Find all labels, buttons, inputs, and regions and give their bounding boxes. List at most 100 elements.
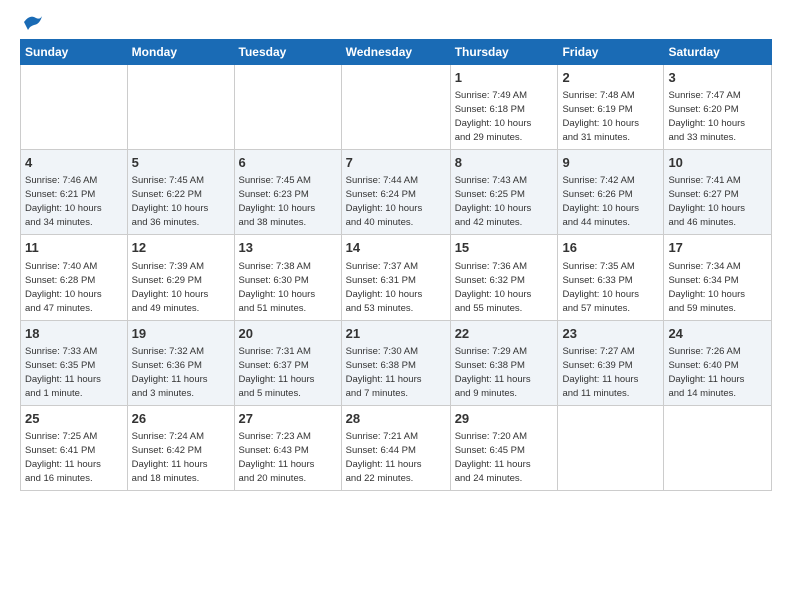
day-info: Sunrise: 7:30 AM Sunset: 6:38 PM Dayligh…: [346, 346, 422, 399]
day-info: Sunrise: 7:20 AM Sunset: 6:45 PM Dayligh…: [455, 431, 531, 484]
calendar-header-row: SundayMondayTuesdayWednesdayThursdayFrid…: [21, 40, 772, 65]
day-info: Sunrise: 7:36 AM Sunset: 6:32 PM Dayligh…: [455, 261, 532, 314]
calendar-cell: 9 Sunrise: 7:42 AM Sunset: 6:26 PM Daylig…: [558, 150, 664, 235]
logo-bird-icon: [22, 12, 44, 37]
calendar-cell: 8 Sunrise: 7:43 AM Sunset: 6:25 PM Daylig…: [450, 150, 558, 235]
day-number: 1: [455, 69, 554, 87]
day-info: Sunrise: 7:42 AM Sunset: 6:26 PM Dayligh…: [562, 175, 639, 228]
calendar-cell: 10 Sunrise: 7:41 AM Sunset: 6:27 PM Dayli…: [664, 150, 772, 235]
calendar-cell: 19 Sunrise: 7:32 AM Sunset: 6:36 PM Dayli…: [127, 320, 234, 405]
day-number: 10: [668, 154, 767, 172]
day-number: 12: [132, 239, 230, 257]
calendar-cell: 29 Sunrise: 7:20 AM Sunset: 6:45 PM Dayli…: [450, 405, 558, 490]
calendar-cell: 3 Sunrise: 7:47 AM Sunset: 6:20 PM Daylig…: [664, 65, 772, 150]
day-number: 23: [562, 325, 659, 343]
day-info: Sunrise: 7:46 AM Sunset: 6:21 PM Dayligh…: [25, 175, 102, 228]
day-info: Sunrise: 7:31 AM Sunset: 6:37 PM Dayligh…: [239, 346, 315, 399]
calendar-cell: [21, 65, 128, 150]
calendar-cell: 16Sunrise: 7:35 AM Sunset: 6:33 PM Dayli…: [558, 235, 664, 320]
day-number: 5: [132, 154, 230, 172]
calendar-cell: 13Sunrise: 7:38 AM Sunset: 6:30 PM Dayli…: [234, 235, 341, 320]
day-info: Sunrise: 7:34 AM Sunset: 6:34 PM Dayligh…: [668, 261, 745, 314]
day-info: Sunrise: 7:39 AM Sunset: 6:29 PM Dayligh…: [132, 261, 209, 314]
day-number: 6: [239, 154, 337, 172]
day-header-sunday: Sunday: [21, 40, 128, 65]
calendar-cell: 1Sunrise: 7:49 AM Sunset: 6:18 PM Daylig…: [450, 65, 558, 150]
day-number: 18: [25, 325, 123, 343]
day-number: 25: [25, 410, 123, 428]
day-info: Sunrise: 7:23 AM Sunset: 6:43 PM Dayligh…: [239, 431, 315, 484]
calendar-cell: 7 Sunrise: 7:44 AM Sunset: 6:24 PM Daylig…: [341, 150, 450, 235]
day-number: 28: [346, 410, 446, 428]
calendar-week-row: 4Sunrise: 7:46 AM Sunset: 6:21 PM Daylig…: [21, 150, 772, 235]
calendar-cell: 11 Sunrise: 7:40 AM Sunset: 6:28 PM Dayli…: [21, 235, 128, 320]
calendar-cell: 27 Sunrise: 7:23 AM Sunset: 6:43 PM Dayli…: [234, 405, 341, 490]
day-info: Sunrise: 7:47 AM Sunset: 6:20 PM Dayligh…: [668, 90, 745, 143]
day-info: Sunrise: 7:21 AM Sunset: 6:44 PM Dayligh…: [346, 431, 422, 484]
calendar-cell: 2Sunrise: 7:48 AM Sunset: 6:19 PM Daylig…: [558, 65, 664, 150]
day-info: Sunrise: 7:32 AM Sunset: 6:36 PM Dayligh…: [132, 346, 208, 399]
calendar-cell: 17 Sunrise: 7:34 AM Sunset: 6:34 PM Dayli…: [664, 235, 772, 320]
day-info: Sunrise: 7:27 AM Sunset: 6:39 PM Dayligh…: [562, 346, 638, 399]
day-info: Sunrise: 7:35 AM Sunset: 6:33 PM Dayligh…: [562, 261, 639, 314]
day-info: Sunrise: 7:26 AM Sunset: 6:40 PM Dayligh…: [668, 346, 744, 399]
day-info: Sunrise: 7:33 AM Sunset: 6:35 PM Dayligh…: [25, 346, 101, 399]
day-info: Sunrise: 7:37 AM Sunset: 6:31 PM Dayligh…: [346, 261, 423, 314]
day-info: Sunrise: 7:45 AM Sunset: 6:23 PM Dayligh…: [239, 175, 316, 228]
calendar-week-row: 1Sunrise: 7:49 AM Sunset: 6:18 PM Daylig…: [21, 65, 772, 150]
calendar-cell: [558, 405, 664, 490]
day-number: 2: [562, 69, 659, 87]
day-header-friday: Friday: [558, 40, 664, 65]
day-header-wednesday: Wednesday: [341, 40, 450, 65]
day-number: 7: [346, 154, 446, 172]
calendar-cell: 26 Sunrise: 7:24 AM Sunset: 6:42 PM Dayli…: [127, 405, 234, 490]
day-info: Sunrise: 7:45 AM Sunset: 6:22 PM Dayligh…: [132, 175, 209, 228]
day-info: Sunrise: 7:44 AM Sunset: 6:24 PM Dayligh…: [346, 175, 423, 228]
calendar-cell: 24Sunrise: 7:26 AM Sunset: 6:40 PM Dayli…: [664, 320, 772, 405]
day-info: Sunrise: 7:41 AM Sunset: 6:27 PM Dayligh…: [668, 175, 745, 228]
logo: [20, 16, 44, 31]
calendar-cell: 4Sunrise: 7:46 AM Sunset: 6:21 PM Daylig…: [21, 150, 128, 235]
day-number: 26: [132, 410, 230, 428]
day-info: Sunrise: 7:43 AM Sunset: 6:25 PM Dayligh…: [455, 175, 532, 228]
day-info: Sunrise: 7:40 AM Sunset: 6:28 PM Dayligh…: [25, 261, 102, 314]
calendar-cell: 28 Sunrise: 7:21 AM Sunset: 6:44 PM Dayli…: [341, 405, 450, 490]
day-number: 8: [455, 154, 554, 172]
calendar-cell: [664, 405, 772, 490]
calendar-cell: 18 Sunrise: 7:33 AM Sunset: 6:35 PM Dayli…: [21, 320, 128, 405]
calendar-cell: 14 Sunrise: 7:37 AM Sunset: 6:31 PM Dayli…: [341, 235, 450, 320]
calendar-week-row: 11 Sunrise: 7:40 AM Sunset: 6:28 PM Dayli…: [21, 235, 772, 320]
calendar-cell: 23 Sunrise: 7:27 AM Sunset: 6:39 PM Dayli…: [558, 320, 664, 405]
calendar-week-row: 25 Sunrise: 7:25 AM Sunset: 6:41 PM Dayli…: [21, 405, 772, 490]
calendar-cell: 21 Sunrise: 7:30 AM Sunset: 6:38 PM Dayli…: [341, 320, 450, 405]
day-header-saturday: Saturday: [664, 40, 772, 65]
calendar-cell: 22 Sunrise: 7:29 AM Sunset: 6:38 PM Dayli…: [450, 320, 558, 405]
day-number: 3: [668, 69, 767, 87]
day-number: 11: [25, 239, 123, 257]
calendar-table: SundayMondayTuesdayWednesdayThursdayFrid…: [20, 39, 772, 491]
day-number: 9: [562, 154, 659, 172]
day-info: Sunrise: 7:24 AM Sunset: 6:42 PM Dayligh…: [132, 431, 208, 484]
day-number: 14: [346, 239, 446, 257]
calendar-week-row: 18 Sunrise: 7:33 AM Sunset: 6:35 PM Dayli…: [21, 320, 772, 405]
day-number: 29: [455, 410, 554, 428]
calendar-cell: 6 Sunrise: 7:45 AM Sunset: 6:23 PM Daylig…: [234, 150, 341, 235]
calendar-cell: 5 Sunrise: 7:45 AM Sunset: 6:22 PM Daylig…: [127, 150, 234, 235]
day-number: 22: [455, 325, 554, 343]
day-header-tuesday: Tuesday: [234, 40, 341, 65]
day-header-monday: Monday: [127, 40, 234, 65]
calendar-cell: 20 Sunrise: 7:31 AM Sunset: 6:37 PM Dayli…: [234, 320, 341, 405]
day-number: 27: [239, 410, 337, 428]
day-number: 13: [239, 239, 337, 257]
day-number: 20: [239, 325, 337, 343]
calendar-cell: [341, 65, 450, 150]
calendar-cell: 15Sunrise: 7:36 AM Sunset: 6:32 PM Dayli…: [450, 235, 558, 320]
page-header: [20, 16, 772, 31]
calendar-cell: [234, 65, 341, 150]
day-number: 21: [346, 325, 446, 343]
day-info: Sunrise: 7:25 AM Sunset: 6:41 PM Dayligh…: [25, 431, 101, 484]
day-number: 19: [132, 325, 230, 343]
day-header-thursday: Thursday: [450, 40, 558, 65]
day-info: Sunrise: 7:29 AM Sunset: 6:38 PM Dayligh…: [455, 346, 531, 399]
day-number: 17: [668, 239, 767, 257]
